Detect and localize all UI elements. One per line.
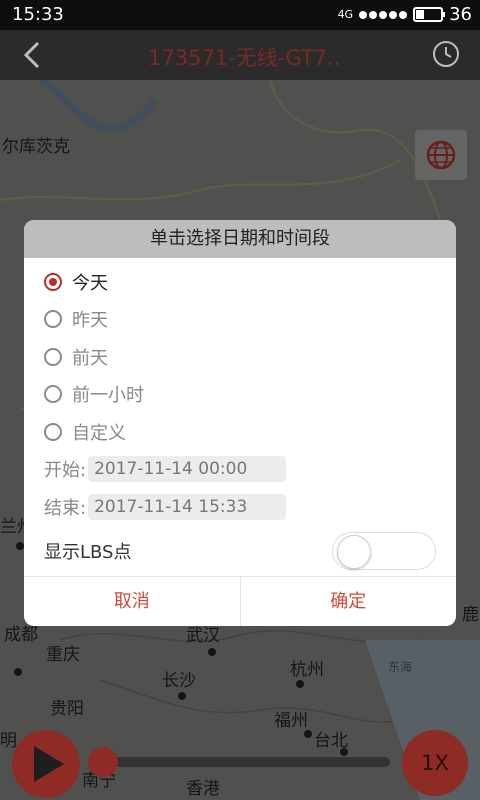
dialog-title: 单击选择日期和时间段	[24, 220, 456, 258]
confirm-button[interactable]: 确定	[239, 577, 457, 626]
app-header: 173571-无线-GT7..	[0, 30, 480, 80]
battery-icon	[413, 7, 446, 22]
option-yesterday[interactable]: 昨天	[24, 301, 456, 339]
period-options: 今天 昨天 前天 前一小时 自定义	[24, 258, 456, 451]
option-day-before[interactable]: 前天	[24, 338, 456, 376]
radio-unchecked-icon[interactable]	[44, 385, 62, 404]
option-label: 自定义	[72, 422, 126, 444]
progress-handle[interactable]	[88, 747, 118, 777]
end-time-field[interactable]: 2017-11-14 15:33	[88, 493, 287, 520]
back-arrow-icon[interactable]	[18, 40, 48, 70]
play-icon	[34, 746, 64, 782]
signal-icon	[359, 10, 408, 19]
status-time: 15:33	[12, 4, 64, 25]
date-range-dialog: 单击选择日期和时间段 今天 昨天 前天 前一小时 自定义 开始: 2017-11…	[24, 220, 456, 626]
option-custom[interactable]: 自定义	[24, 413, 456, 451]
progress-track[interactable]	[95, 757, 390, 767]
battery-level: 36	[449, 4, 472, 25]
dialog-buttons: 取消 确定	[24, 576, 456, 626]
start-label: 开始:	[44, 460, 87, 482]
cancel-button[interactable]: 取消	[24, 577, 240, 626]
option-today[interactable]: 今天	[24, 263, 456, 301]
status-icons: 4G 36	[338, 4, 472, 25]
option-label: 今天	[72, 272, 108, 294]
lbs-row: 显示LBS点	[24, 526, 456, 576]
start-row: 开始: 2017-11-14 00:00	[24, 451, 456, 489]
option-label: 前一小时	[72, 385, 144, 407]
lbs-label: 显示LBS点	[44, 541, 132, 563]
radio-checked-icon[interactable]	[44, 272, 62, 291]
play-button[interactable]	[12, 730, 80, 798]
option-label: 前天	[72, 347, 108, 369]
clock-icon[interactable]	[432, 40, 460, 68]
radio-unchecked-icon[interactable]	[44, 310, 62, 329]
option-last-hour[interactable]: 前一小时	[24, 376, 456, 414]
end-row: 结束: 2017-11-14 15:33	[24, 488, 456, 526]
radio-unchecked-icon[interactable]	[44, 347, 62, 366]
page-title: 173571-无线-GT7..	[148, 46, 341, 70]
end-label: 结束:	[44, 497, 87, 519]
option-label: 昨天	[72, 310, 108, 332]
status-bar: 15:33 4G 36	[0, 0, 480, 30]
start-time-field[interactable]: 2017-11-14 00:00	[88, 456, 287, 483]
toggle-thumb	[337, 534, 371, 569]
speed-button[interactable]: 1X	[402, 730, 468, 796]
lbs-toggle[interactable]	[332, 531, 436, 570]
network-type: 4G	[337, 8, 354, 21]
radio-unchecked-icon[interactable]	[44, 422, 62, 441]
